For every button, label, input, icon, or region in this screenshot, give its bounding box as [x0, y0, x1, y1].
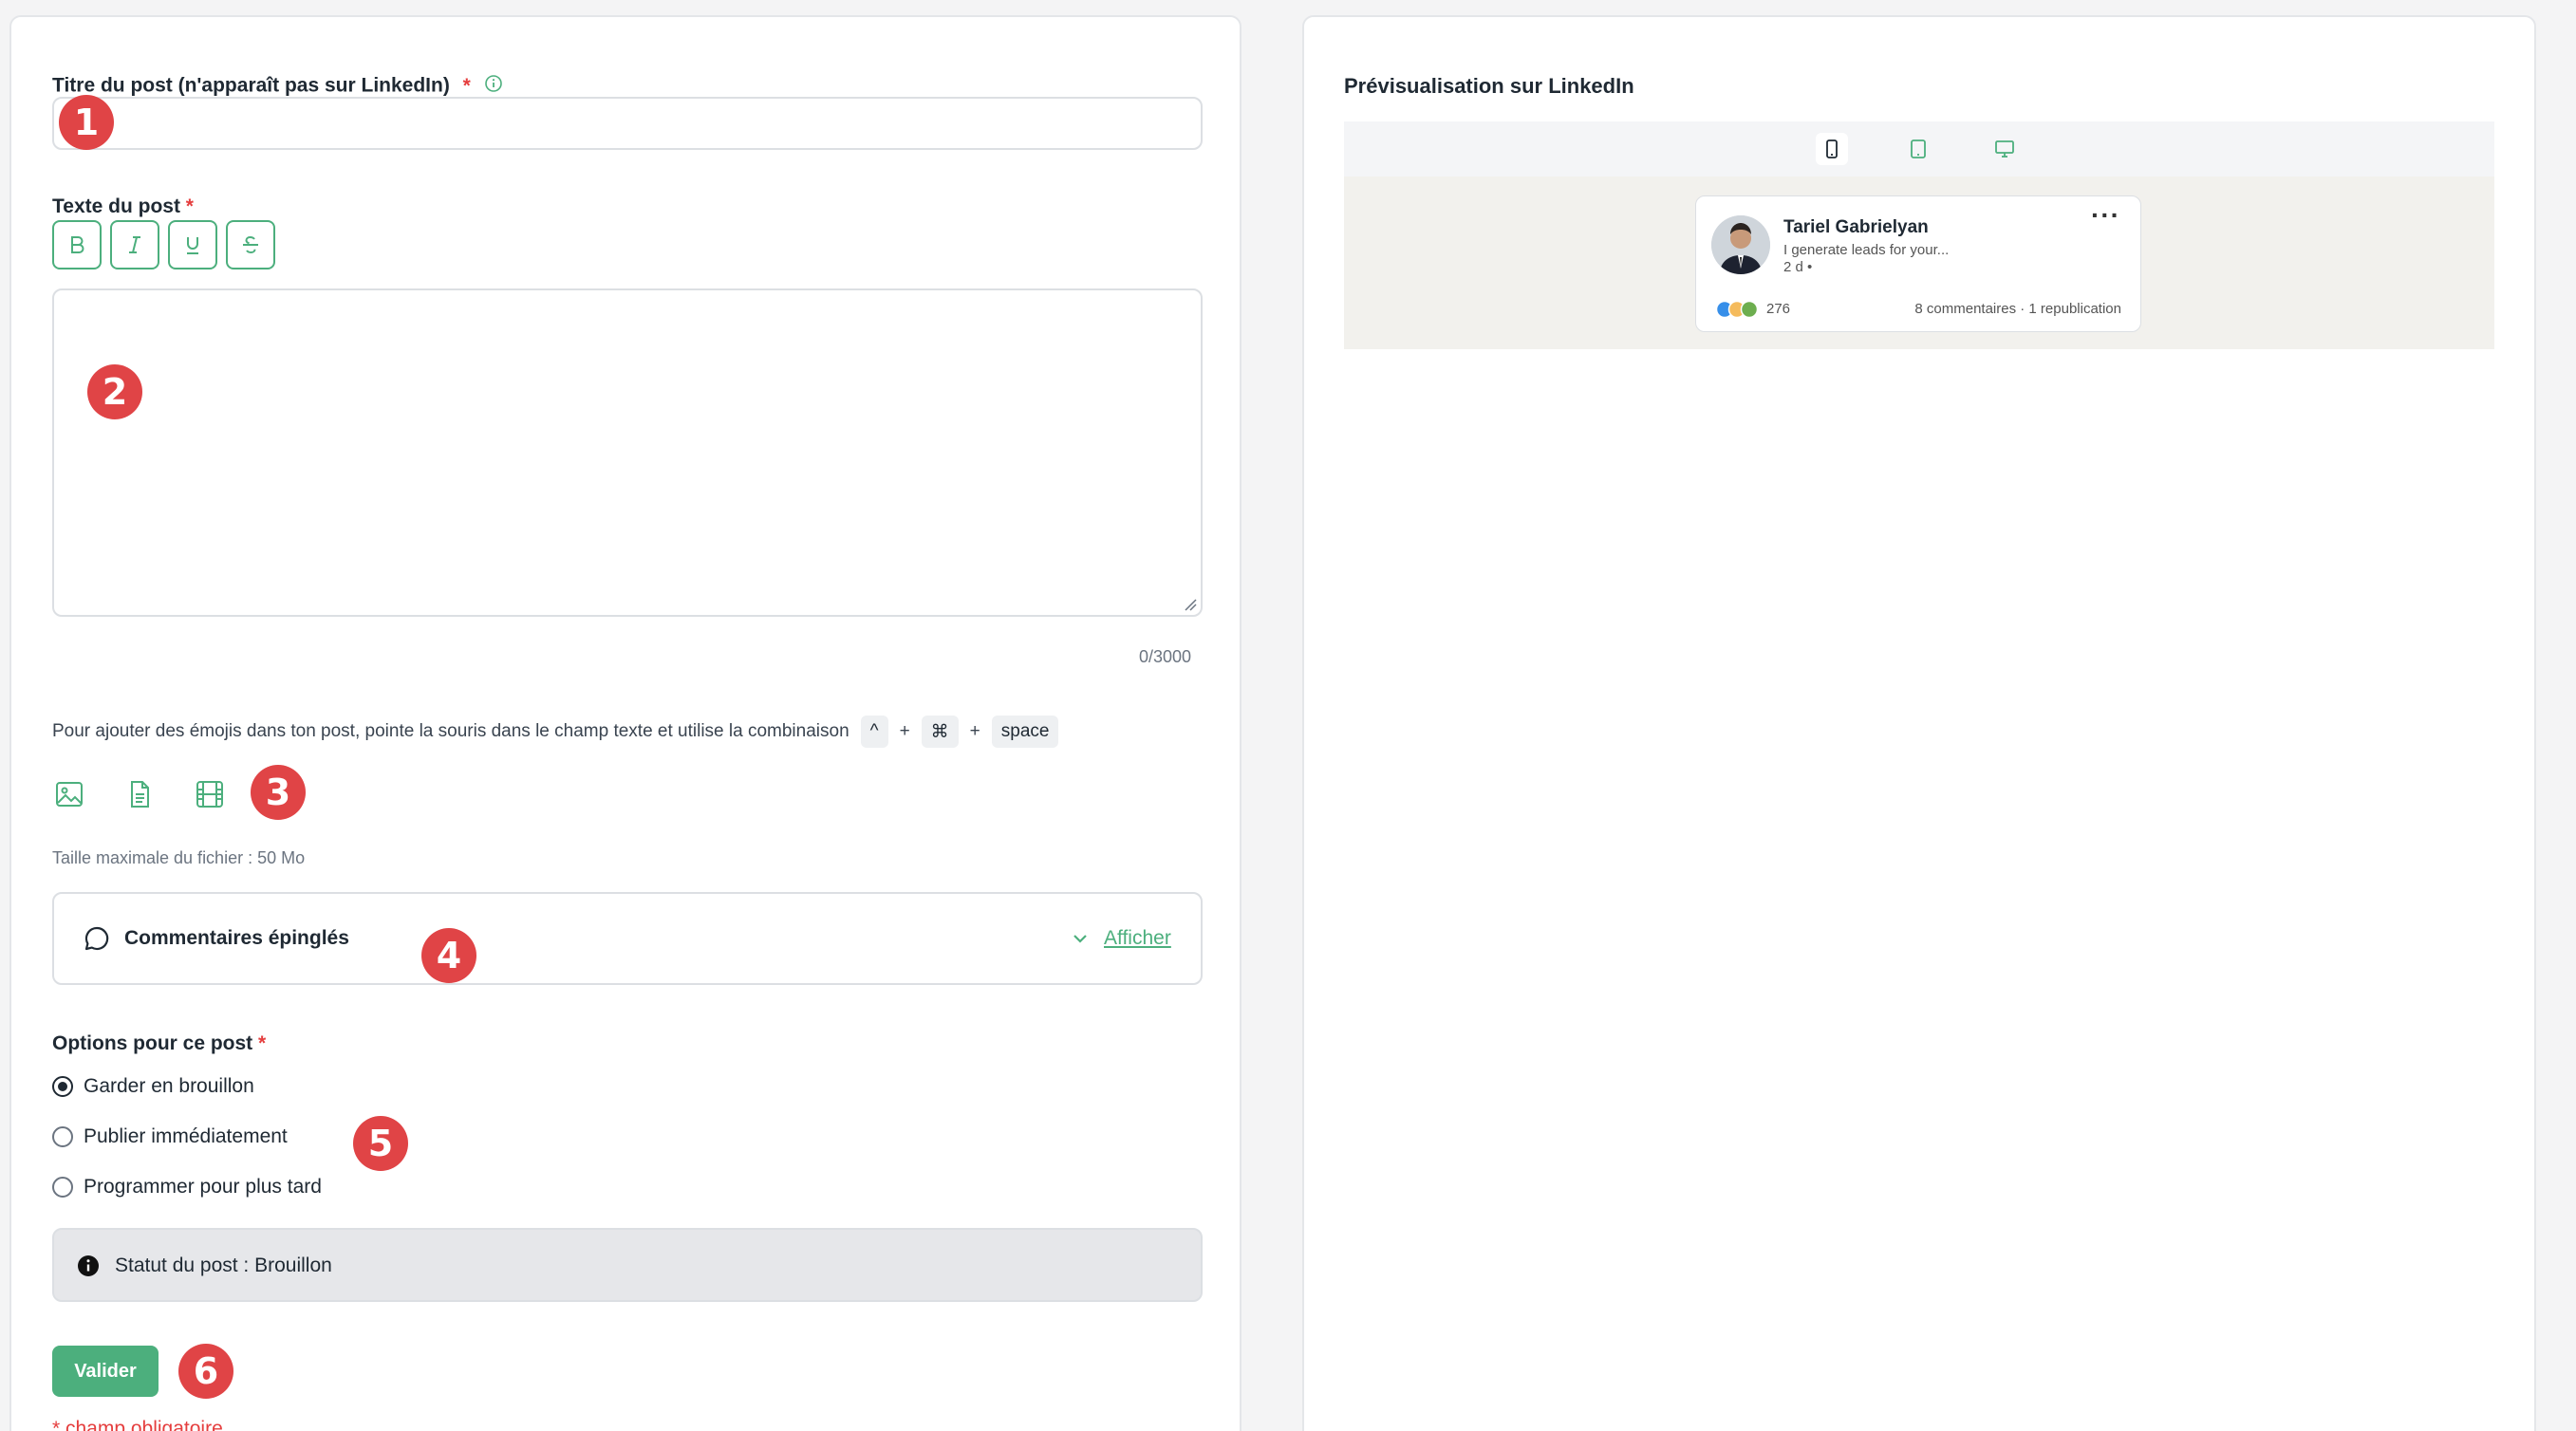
key-plus: + [969, 721, 980, 741]
pinned-comments-label: Commentaires épinglés [124, 927, 349, 949]
author-name: Tariel Gabrielyan [1783, 217, 1929, 237]
post-preview-area: Tariel Gabrielyan I generate leads for y… [1344, 177, 2494, 349]
post-text-label: Texte du post * [52, 195, 194, 218]
info-icon[interactable] [484, 74, 503, 99]
step-badge-1: 1 [59, 95, 114, 150]
mobile-view-button[interactable] [1816, 133, 1848, 165]
avatar [1711, 215, 1770, 274]
pinned-comments-accordion[interactable]: Commentaires épinglés Afficher [52, 892, 1203, 985]
step-badge-4: 4 [421, 928, 476, 983]
post-options-label: Options pour ce post * [52, 1032, 266, 1055]
resize-grip-icon[interactable] [1182, 596, 1197, 611]
submit-button[interactable]: Valider [52, 1346, 159, 1397]
video-icon [196, 781, 223, 808]
italic-button[interactable] [110, 220, 159, 269]
tablet-icon [1911, 139, 1926, 158]
comment-icon [83, 924, 111, 957]
strikethrough-icon [243, 235, 258, 254]
post-form-panel: Titre du post (n'apparaît pas sur Linked… [9, 15, 1241, 1431]
key-plus: + [899, 721, 910, 741]
post-text-area[interactable] [52, 288, 1203, 617]
post-title-input[interactable] [52, 97, 1203, 150]
desktop-view-button[interactable] [1988, 133, 2021, 165]
post-age: 2 d • [1783, 259, 1813, 275]
required-note: * champ obligatoire [52, 1418, 223, 1431]
image-icon [56, 782, 83, 807]
engagement-stats: 8 commentaires · 1 republication [1914, 301, 2121, 317]
post-text-label-text: Texte du post [52, 195, 180, 217]
add-document-button[interactable] [123, 778, 156, 810]
option-publish-now-radio[interactable] [52, 1126, 73, 1147]
required-mark: * [462, 74, 471, 97]
option-draft-label[interactable]: Garder en brouillon [84, 1075, 254, 1098]
underline-button[interactable] [168, 220, 217, 269]
show-link[interactable]: Afficher [1104, 927, 1171, 950]
more-options-icon[interactable]: ··· [2091, 200, 2120, 231]
post-options-label-text: Options pour ce post [52, 1032, 253, 1054]
linkedin-preview-panel: Prévisualisation sur LinkedIn Tariel Gab… [1302, 15, 2536, 1431]
add-image-button[interactable] [53, 778, 85, 810]
step-badge-2: 2 [87, 364, 142, 419]
post-status-box: Statut du post : Brouillon [52, 1228, 1203, 1302]
device-switcher [1344, 121, 2494, 177]
italic-icon [129, 236, 140, 253]
option-draft-radio[interactable] [52, 1076, 73, 1097]
linkedin-post-card: Tariel Gabrielyan I generate leads for y… [1695, 195, 2141, 332]
key-cmd: ⌘ [921, 716, 959, 748]
post-title-label-text: Titre du post (n'apparaît pas sur Linked… [52, 74, 450, 97]
post-title-label: Titre du post (n'apparaît pas sur Linked… [52, 74, 503, 99]
underline-icon [187, 237, 198, 254]
mobile-icon [1826, 139, 1838, 158]
emoji-hint: Pour ajouter des émojis dans ton post, p… [52, 716, 1059, 748]
author-headline: I generate leads for your... [1783, 242, 1950, 258]
option-schedule-radio[interactable] [52, 1177, 73, 1198]
step-badge-6: 6 [178, 1344, 233, 1399]
reactions-icon [1715, 299, 1763, 320]
char-counter: 0/3000 [1139, 647, 1192, 666]
max-file-size: Taille maximale du fichier : 50 Mo [52, 848, 306, 867]
preview-title: Prévisualisation sur LinkedIn [1344, 74, 1634, 98]
chevron-down-icon[interactable] [1070, 928, 1091, 954]
required-mark: * [258, 1032, 267, 1054]
step-badge-3: 3 [251, 765, 306, 820]
add-video-button[interactable] [194, 778, 226, 810]
desktop-icon [1995, 140, 2014, 158]
bold-icon [71, 236, 84, 253]
required-mark: * [185, 195, 194, 217]
key-space: space [991, 716, 1059, 748]
strikethrough-button[interactable] [226, 220, 275, 269]
tablet-view-button[interactable] [1902, 133, 1934, 165]
option-schedule-label[interactable]: Programmer pour plus tard [84, 1176, 322, 1199]
option-publish-now-label[interactable]: Publier immédiatement [84, 1125, 288, 1148]
document-icon [131, 781, 149, 808]
bold-button[interactable] [52, 220, 102, 269]
key-ctrl: ^ [860, 716, 888, 748]
reaction-count: 276 [1766, 301, 1791, 317]
post-status-text: Statut du post : Brouillon [115, 1254, 332, 1276]
emoji-hint-text: Pour ajouter des émojis dans ton post, p… [52, 721, 849, 741]
info-filled-icon [77, 1254, 100, 1282]
step-badge-5: 5 [353, 1116, 408, 1171]
